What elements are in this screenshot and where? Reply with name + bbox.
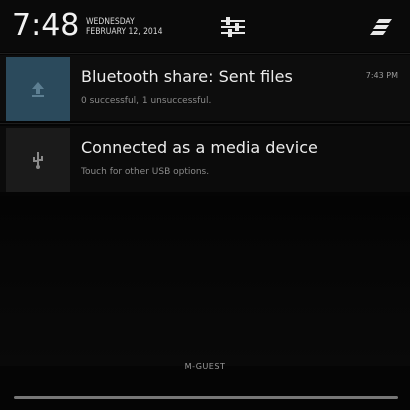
quick-settings-sliders-icon[interactable] (220, 16, 246, 38)
usb-icon (6, 128, 70, 192)
notification-title: Connected as a media device (81, 138, 318, 157)
notification-title: Bluetooth share: Sent files (81, 67, 293, 86)
carrier-label: M-GUEST (184, 362, 226, 371)
notification-time: 7:43 PM (365, 71, 398, 80)
notification-subtitle: 0 successful, 1 unsuccessful. (81, 96, 212, 106)
date-display[interactable]: WEDNESDAY FEBRUARY 12, 2014 (86, 17, 163, 37)
empty-shade-area (0, 196, 410, 366)
weekday-label: WEDNESDAY (86, 17, 135, 27)
bluetooth-upload-icon (6, 57, 70, 121)
notification-bluetooth-share[interactable]: Bluetooth share: Sent files 0 successful… (0, 55, 410, 121)
clear-all-notifications-icon[interactable] (370, 16, 394, 38)
date-label: FEBRUARY 12, 2014 (86, 27, 163, 37)
shade-drag-handle[interactable] (14, 396, 398, 399)
divider (0, 123, 410, 124)
notification-shade: 7:48 WEDNESDAY FEBRUARY 12, 2014 Bluetoo… (0, 0, 410, 410)
clock-time[interactable]: 7:48 (12, 8, 79, 44)
notification-usb-connection[interactable]: Connected as a media device Touch for ot… (0, 126, 410, 192)
divider (0, 53, 410, 54)
notification-subtitle: Touch for other USB options. (81, 167, 210, 177)
status-header: 7:48 WEDNESDAY FEBRUARY 12, 2014 (0, 0, 410, 52)
